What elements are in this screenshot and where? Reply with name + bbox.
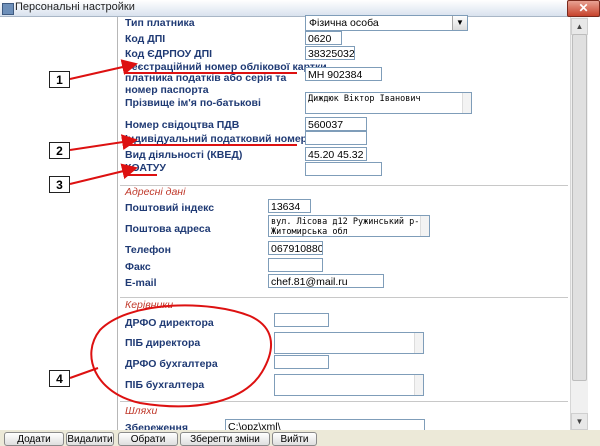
title-bar: Персональні настройки <box>0 0 600 17</box>
managers-section-title: Керівники <box>125 299 174 311</box>
window-title: Персональні настройки <box>15 1 135 13</box>
passport-label: платника податків або серія та номер пас… <box>125 72 287 96</box>
passport-input[interactable]: МН 902384 <box>305 67 382 81</box>
close-icon: ✕ <box>578 1 589 15</box>
koatuu-input[interactable] <box>305 162 382 176</box>
annotation-underline <box>125 72 297 74</box>
vat-cert-input[interactable]: 560037 <box>305 117 367 131</box>
payer-type-value: Фізична особа <box>309 17 379 29</box>
postal-index-input[interactable]: 13634 <box>268 199 311 213</box>
postal-address-input[interactable]: вул. Лісова д12 Ружинський р-н Житомирсь… <box>268 215 430 237</box>
scroll-thumb[interactable] <box>572 34 587 381</box>
annotation-underline <box>125 174 157 176</box>
app-icon <box>2 3 14 15</box>
dpi-code-input[interactable]: 0620 <box>305 31 342 45</box>
divider <box>120 185 568 186</box>
annotation-underline <box>125 144 297 146</box>
pib-accountant-scrollbar[interactable] <box>414 375 423 395</box>
select-button[interactable]: Обрати <box>118 432 178 446</box>
annotation-number-3: 3 <box>49 176 70 193</box>
email-input[interactable]: chef.81@mail.ru <box>268 274 384 288</box>
pib-accountant-label: ПІБ бухгалтера <box>125 379 205 391</box>
pib-director-input[interactable] <box>274 332 424 354</box>
edrpou-dpi-label: Код ЄДРПОУ ДПІ <box>125 48 213 60</box>
activity-label: Вид діяльності (КВЕД) <box>125 149 243 161</box>
save-changes-button[interactable]: Зберегти зміни <box>180 432 270 446</box>
drfo-accountant-input[interactable] <box>274 355 329 369</box>
fax-label: Факс <box>125 261 151 273</box>
payer-type-label: Тип платника <box>125 17 195 29</box>
payer-type-select[interactable]: Фізична особа ▼ <box>305 15 468 31</box>
drfo-director-label: ДРФО директора <box>125 317 214 329</box>
dpi-code-label: Код ДПІ <box>125 33 166 45</box>
annotation-number-1: 1 <box>49 71 70 88</box>
postal-index-label: Поштовий індекс <box>125 202 215 214</box>
phone-input[interactable]: 0679108805 <box>268 241 323 255</box>
tax-number-input[interactable] <box>305 131 367 145</box>
email-label: E-mail <box>125 277 157 289</box>
postal-address-label: Поштова адреса <box>125 223 211 235</box>
postal-address-scrollbar[interactable] <box>420 216 429 236</box>
drfo-director-input[interactable] <box>274 313 329 327</box>
full-name-label: Прізвище ім'я по-батькові <box>125 97 261 109</box>
scroll-down-button[interactable]: ▼ <box>571 413 588 430</box>
drfo-accountant-label: ДРФО бухгалтера <box>125 358 218 370</box>
delete-button[interactable]: Видалити <box>66 432 114 446</box>
add-button[interactable]: Додати <box>4 432 64 446</box>
edrpou-dpi-input[interactable]: 38325032 <box>305 46 355 60</box>
annotation-number-2: 2 <box>49 142 70 159</box>
paths-section-title: Шляхи <box>125 405 158 417</box>
vat-cert-label: Номер свідоцтва ПДВ <box>125 119 240 131</box>
pib-director-label: ПІБ директора <box>125 337 201 349</box>
close-button[interactable]: ✕ <box>567 0 600 17</box>
divider <box>120 401 568 402</box>
activity-input[interactable]: 45.20 45.32 <box>305 147 367 161</box>
divider <box>120 297 568 298</box>
pib-accountant-input[interactable] <box>274 374 424 396</box>
right-strip <box>588 17 600 442</box>
full-name-scrollbar[interactable] <box>462 93 471 113</box>
fax-input[interactable] <box>268 258 323 272</box>
address-section-title: Адресні дані <box>125 186 186 198</box>
scroll-up-button[interactable]: ▲ <box>571 18 588 35</box>
annotation-number-4: 4 <box>49 370 70 387</box>
full-name-input[interactable]: Диждюк Віктор Іванович <box>305 92 472 114</box>
koatuu-label: КОАТУУ <box>125 162 166 174</box>
exit-button[interactable]: Вийти <box>272 432 317 446</box>
pib-director-scrollbar[interactable] <box>414 333 423 353</box>
phone-label: Телефон <box>125 244 171 256</box>
chevron-down-icon[interactable]: ▼ <box>452 16 467 30</box>
